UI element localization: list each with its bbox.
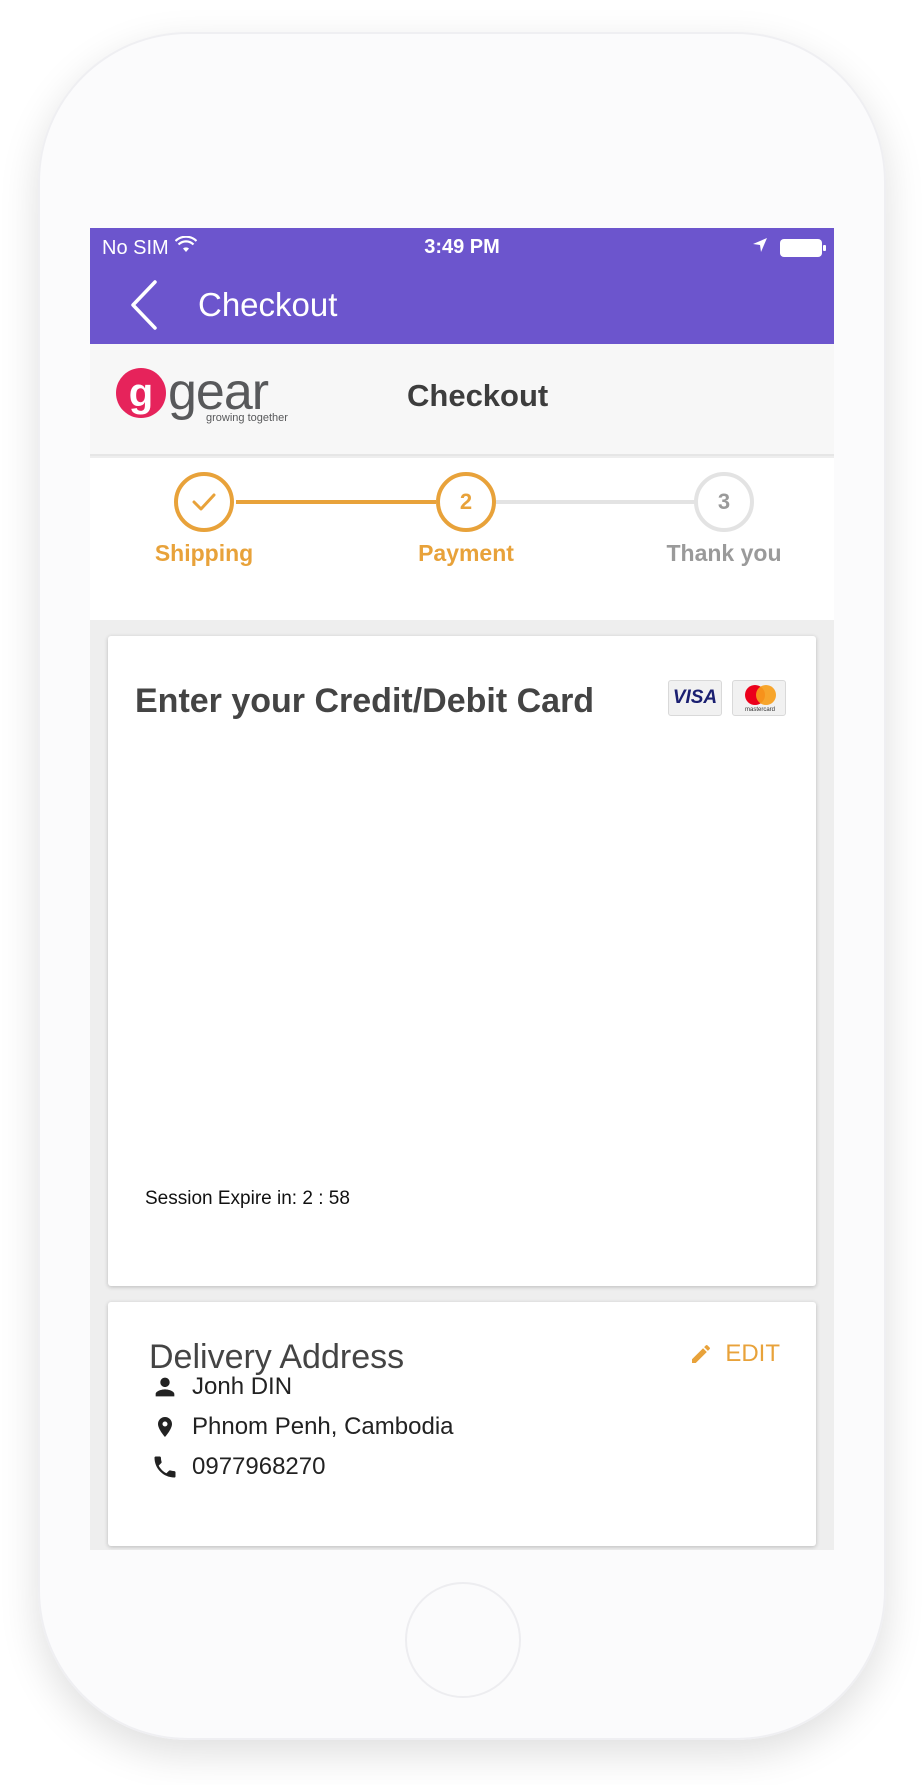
step-shipping-label: Shipping (154, 540, 254, 566)
battery-icon (780, 238, 826, 257)
step-thankyou-label: Thank you (666, 540, 782, 566)
checkout-stepper: 2 3 Shipping Payment Thank you (90, 458, 834, 620)
status-bar: No SIM 3:49 PM (90, 228, 834, 266)
recipient-row: Jonh DIN (150, 1372, 292, 1402)
phone-row: 0977968270 (150, 1452, 325, 1482)
app-bar-title: Checkout (198, 286, 338, 323)
logo-mark: g (116, 368, 166, 418)
step-thankyou-circle[interactable]: 3 (694, 472, 754, 532)
home-button[interactable] (405, 1582, 521, 1698)
mastercard-wordmark: mastercard (744, 707, 775, 713)
payment-card: Enter your Credit/Debit Card VISA master… (108, 636, 816, 1286)
edit-label: EDIT (725, 1340, 780, 1367)
status-time: 3:49 PM (424, 236, 500, 258)
visa-logo: VISA (668, 680, 722, 716)
location-pin-icon (150, 1412, 180, 1442)
app-screen: No SIM 3:49 PM Checkout g gear growing t… (90, 228, 834, 1550)
brand-header: g gear growing together Checkout (90, 344, 834, 456)
session-expire-text: Session Expire in: 2 : 58 (145, 1188, 350, 1209)
step-shipping-circle[interactable] (174, 472, 234, 532)
gear-logo: g gear growing together (116, 363, 296, 430)
phone-number: 0977968270 (192, 1453, 326, 1480)
recipient-name: Jonh DIN (192, 1373, 293, 1400)
edit-address-button[interactable]: EDIT (689, 1340, 780, 1368)
card-logos: VISA mastercard (668, 680, 786, 716)
logo-tagline: growing together (206, 412, 288, 424)
step-payment-label: Payment (418, 540, 514, 566)
person-icon (150, 1372, 180, 1402)
step-connector-2 (496, 500, 696, 504)
delivery-address-card: Delivery Address EDIT Jonh DIN Phnom Pen… (108, 1302, 816, 1546)
step-payment-circle[interactable]: 2 (436, 472, 496, 532)
app-bar: Checkout (90, 266, 834, 344)
chevron-left-icon (131, 280, 157, 330)
step-connector-1 (236, 500, 436, 504)
check-icon (192, 493, 216, 511)
phone-icon (150, 1452, 180, 1482)
back-button[interactable] (124, 276, 164, 334)
mastercard-orange-circle (756, 685, 776, 705)
payment-heading: Enter your Credit/Debit Card (135, 682, 595, 720)
status-right (752, 236, 826, 259)
location-arrow-icon (752, 236, 768, 259)
pencil-icon (692, 1344, 711, 1363)
location-text: Phnom Penh, Cambodia (192, 1413, 454, 1440)
mastercard-logo: mastercard (732, 680, 786, 716)
location-row: Phnom Penh, Cambodia (150, 1412, 454, 1442)
page-title: Checkout (407, 378, 549, 413)
